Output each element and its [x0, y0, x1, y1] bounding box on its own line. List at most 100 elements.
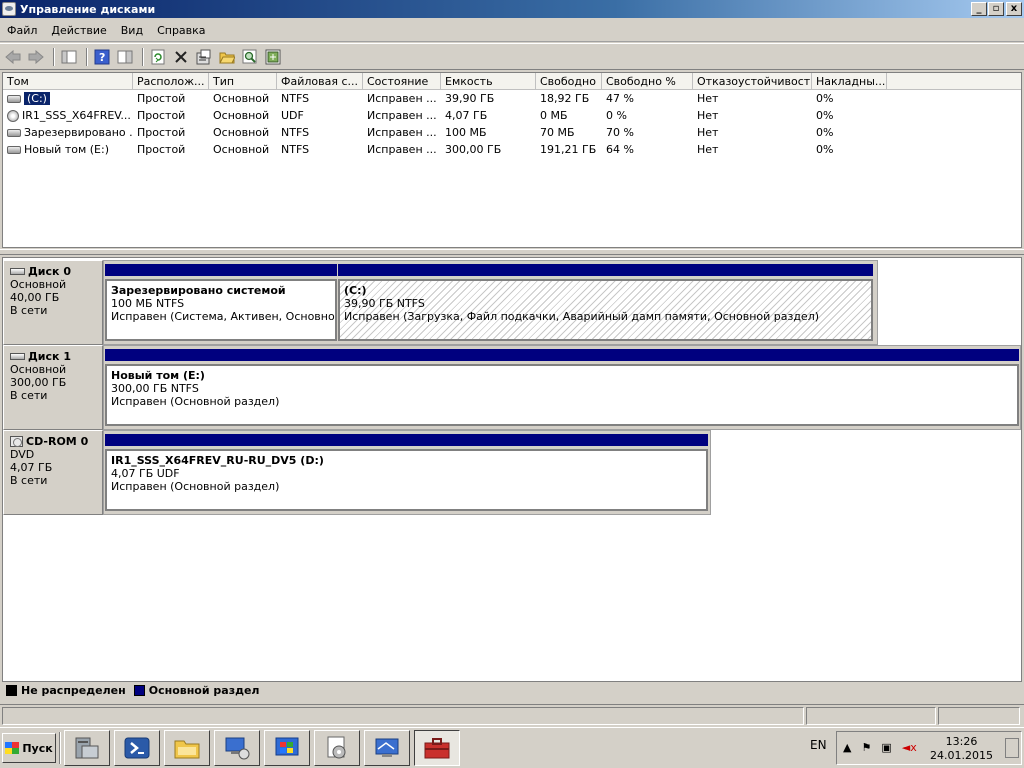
disk-state: В сети: [10, 304, 48, 317]
powershell-icon[interactable]: [114, 730, 160, 766]
disk-graphical-view: Диск 0 Основной 40,00 ГБ В сети Зарезерв…: [2, 257, 1022, 682]
volume-icon: [7, 94, 21, 103]
disk-label[interactable]: Диск 0 Основной 40,00 ГБ В сети: [3, 260, 103, 345]
free-cell: 191,21 ГБ: [540, 143, 597, 156]
explorer-icon[interactable]: [164, 730, 210, 766]
action-center-flag-icon[interactable]: ⚑: [861, 741, 871, 754]
disk-kind: DVD: [10, 448, 35, 461]
status-pane-main: [2, 707, 804, 725]
rescan-icon[interactable]: [263, 47, 283, 67]
column-header-layout[interactable]: Располож...: [133, 73, 209, 89]
network-status-icon[interactable]: ▣: [881, 741, 891, 754]
volume-list[interactable]: Том Располож... Тип Файловая с... Состоя…: [2, 72, 1022, 248]
server-manager-icon[interactable]: [64, 730, 110, 766]
network-icon[interactable]: [214, 730, 260, 766]
minimize-button[interactable]: _: [971, 2, 987, 16]
column-header-fault-tolerance[interactable]: Отказоустойчивость: [693, 73, 812, 89]
clock[interactable]: 13:26 24.01.2015: [930, 735, 993, 763]
back-icon[interactable]: [3, 47, 23, 67]
partition-c[interactable]: (C:) 39,90 ГБ NTFS Исправен (Загрузка, Ф…: [338, 264, 873, 341]
show-hidden-icons-icon[interactable]: ▲: [843, 741, 851, 754]
volume-muted-icon[interactable]: ◄x: [902, 741, 917, 754]
find-icon[interactable]: [240, 47, 260, 67]
toolbox-icon[interactable]: [414, 730, 460, 766]
type-cell: Основной: [213, 92, 270, 105]
fs-cell: NTFS: [281, 126, 310, 139]
fs-cell: NTFS: [281, 143, 310, 156]
toolbar-separator: [86, 47, 88, 66]
volume-cell: (C:): [3, 91, 133, 106]
column-header-volume[interactable]: Том: [3, 73, 133, 89]
taskbar-separator: [59, 732, 61, 764]
volume-list-header: Том Располож... Тип Файловая с... Состоя…: [3, 73, 1021, 90]
volume-name: (C:): [24, 92, 50, 105]
tray-icons: ▲ ⚑ ▣ ◄x: [843, 741, 917, 754]
layout-cell: Простой: [137, 126, 186, 139]
type-cell: Основной: [213, 143, 270, 156]
volume-name: Новый том (E:): [24, 143, 109, 156]
delete-icon[interactable]: [171, 47, 191, 67]
refresh-icon[interactable]: [148, 47, 168, 67]
disk-size: 4,07 ГБ: [10, 461, 53, 474]
column-header-capacity[interactable]: Емкость: [441, 73, 536, 89]
pane-splitter[interactable]: [0, 249, 1024, 255]
partition-bar: [105, 349, 1019, 361]
partition-box: Зарезервировано системой 100 МБ NTFS Исп…: [105, 279, 337, 341]
start-button[interactable]: Пуск: [2, 733, 56, 763]
properties-pane-icon[interactable]: [115, 47, 135, 67]
disk-partitions: IR1_SSS_X64FREV_RU-RU_DV5 (D:) 4,07 ГБ U…: [103, 430, 711, 515]
menu-view[interactable]: Вид: [114, 24, 150, 37]
maximize-button[interactable]: ▫: [988, 2, 1004, 16]
column-header-status[interactable]: Состояние: [363, 73, 441, 89]
fault-cell: Нет: [697, 109, 719, 122]
language-indicator[interactable]: EN: [810, 738, 827, 752]
menu-action[interactable]: Действие: [44, 24, 113, 37]
free-percent-cell: 47 %: [606, 92, 634, 105]
fs-cell: UDF: [281, 109, 304, 122]
overhead-cell: 0%: [816, 143, 834, 156]
clock-date: 24.01.2015: [930, 749, 993, 762]
settings-icon[interactable]: [314, 730, 360, 766]
disk-partitions: Новый том (E:) 300,00 ГБ NTFS Исправен (…: [103, 345, 1021, 430]
disk-label[interactable]: CD-ROM 0 DVD 4,07 ГБ В сети: [3, 430, 103, 515]
disk-label[interactable]: Диск 1 Основной 300,00 ГБ В сети: [3, 345, 103, 430]
partition-size: 100 МБ NTFS: [111, 297, 185, 310]
menu-help[interactable]: Справка: [150, 24, 212, 37]
table-row[interactable]: IR1_SSS_X64FREV... Простой Основной UDF …: [3, 107, 1021, 124]
status-cell: Исправен ...: [367, 109, 437, 122]
open-icon[interactable]: [217, 47, 237, 67]
partition-e[interactable]: Новый том (E:) 300,00 ГБ NTFS Исправен (…: [105, 349, 1019, 426]
table-row[interactable]: Зарезервировано ... Простой Основной NTF…: [3, 124, 1021, 141]
volume-cell: IR1_SSS_X64FREV...: [3, 108, 133, 123]
windows-update-icon[interactable]: [264, 730, 310, 766]
window-controls: _ ▫ x: [970, 2, 1022, 16]
help-icon[interactable]: ?: [92, 47, 112, 67]
free-percent-cell: 70 %: [606, 126, 634, 139]
close-button[interactable]: x: [1006, 2, 1022, 16]
properties-icon[interactable]: [194, 47, 214, 67]
layout-cell: Простой: [137, 143, 186, 156]
forward-icon[interactable]: [26, 47, 46, 67]
menu-file[interactable]: Файл: [0, 24, 44, 37]
remote-desktop-icon[interactable]: [364, 730, 410, 766]
column-header-type[interactable]: Тип: [209, 73, 277, 89]
partition-size: 39,90 ГБ NTFS: [344, 297, 425, 310]
partition-d[interactable]: IR1_SSS_X64FREV_RU-RU_DV5 (D:) 4,07 ГБ U…: [105, 434, 708, 511]
partition-bar: [105, 264, 337, 276]
table-row[interactable]: (C:) Простой Основной NTFS Исправен ... …: [3, 90, 1021, 107]
disk-icon: [10, 268, 25, 275]
column-header-free-percent[interactable]: Свободно %: [602, 73, 693, 89]
column-header-filesystem[interactable]: Файловая с...: [277, 73, 363, 89]
partition-bar: [338, 264, 873, 276]
partition-reserved[interactable]: Зарезервировано системой 100 МБ NTFS Исп…: [105, 264, 337, 341]
column-header-free[interactable]: Свободно: [536, 73, 602, 89]
column-header-overhead[interactable]: Накладны...: [812, 73, 887, 89]
console-tree-icon[interactable]: [59, 47, 79, 67]
free-cell: 70 МБ: [540, 126, 575, 139]
start-label: Пуск: [22, 741, 53, 755]
table-row[interactable]: Новый том (E:) Простой Основной NTFS Исп…: [3, 141, 1021, 158]
status-cell: Исправен ...: [367, 143, 437, 156]
volume-cell: Новый том (E:): [3, 142, 133, 157]
show-desktop-button[interactable]: [1005, 738, 1019, 758]
legend-primary: Основной раздел: [148, 684, 260, 697]
